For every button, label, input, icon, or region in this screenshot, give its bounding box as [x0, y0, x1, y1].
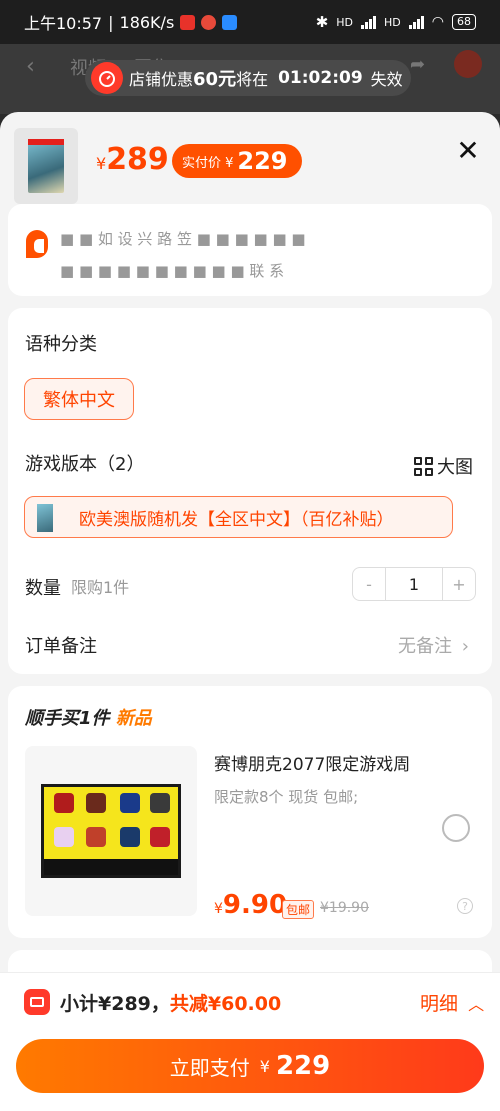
status-speed: 186K/s: [119, 12, 175, 32]
poster-footer: [44, 859, 178, 875]
pay-symbol: ¥: [259, 1056, 270, 1076]
address-card[interactable]: ■ ■ 如 设 兴 路 笠 ■ ■ ■ ■ ■ ■ ■ ■ ■ ■ ■ ■ ■ …: [8, 204, 492, 296]
paid-price-badge: 实付价 ¥229: [172, 144, 302, 178]
recommend-desc: 限定款8个 现货 包邮;: [214, 788, 359, 806]
language-label: 语种分类: [25, 334, 97, 355]
detail-label: 明细: [420, 993, 459, 1015]
notif-app-icon: [180, 14, 196, 30]
app-screen: 上午10:57 | 186K/s ✱ HD HD ◠ 68 ‹ 视频 图集 ➦ …: [0, 0, 500, 1111]
wifi-icon: ◠: [431, 14, 444, 30]
timer-icon: [91, 62, 123, 94]
discount-text: 共减¥60.00: [169, 993, 282, 1015]
recommend-name[interactable]: 赛博朋克2077限定游戏周: [214, 750, 410, 775]
share-icon[interactable]: ➦: [410, 54, 425, 75]
avatar[interactable]: [454, 50, 482, 78]
recommend-title-prefix: 顺手买1件: [25, 708, 110, 729]
game-cover-image: [28, 139, 64, 193]
select-radio[interactable]: [442, 814, 470, 842]
address-line-1: ■ ■ 如 设 兴 路 笠 ■ ■ ■ ■ ■ ■: [60, 230, 306, 248]
status-bar: 上午10:57 | 186K/s ✱ HD HD ◠ 68: [0, 0, 500, 44]
increase-button[interactable]: +: [443, 568, 475, 600]
promo-tail: 失效: [370, 70, 403, 89]
quantity-limit: 限购1件: [71, 578, 130, 597]
promo-text: 店铺优惠: [129, 70, 194, 89]
options-card: 语种分类 繁体中文 游戏版本（2） 大图 欧美澳版随机发【全区中文】（百亿补贴）…: [8, 308, 492, 674]
recommend-title: 顺手买1件 新品: [25, 704, 152, 730]
version-option-chip[interactable]: 欧美澳版随机发【全区中文】（百亿补贴）: [24, 496, 453, 538]
note-value-text: 无备注: [398, 636, 452, 657]
help-icon[interactable]: ?: [457, 898, 473, 914]
address-line-2: ■ ■ ■ ■ ■ ■ ■ ■ ■ ■ 联 系: [60, 262, 285, 280]
grid-icon: [414, 456, 433, 476]
order-sheet: ¥289 实付价 ¥229 ✕ ■ ■ 如 设 兴 路 笠 ■ ■ ■ ■ ■ …: [0, 112, 500, 1111]
promo-banner: 店铺优惠 60元 将在 01:02:09 失效: [85, 60, 411, 96]
checkout-footer: 小计¥289，共减¥60.00 明细 ︿ 立即支付 ¥229: [0, 972, 500, 1111]
promo-amount: 60元: [193, 69, 237, 90]
recommend-product-image[interactable]: [25, 746, 197, 916]
notif-app-icon: [222, 14, 238, 30]
quantity-input[interactable]: 1: [385, 568, 443, 600]
recommend-price: ¥9.90: [214, 890, 287, 920]
back-icon[interactable]: ‹: [26, 54, 35, 79]
pay-now-button[interactable]: 立即支付 ¥229: [16, 1039, 484, 1093]
version-label: 游戏版本（2）: [25, 454, 145, 475]
chevron-right-icon: ›: [461, 636, 469, 657]
recommend-card: 顺手买1件 新品 赛博朋克2077限定游戏周 限定款8个 现货 包邮; ¥9.9…: [8, 686, 492, 938]
coupon-icon: [24, 989, 50, 1015]
view-large-button[interactable]: 大图: [414, 453, 473, 479]
close-button[interactable]: ✕: [452, 134, 484, 167]
hd-label-2: HD: [384, 15, 401, 29]
decrease-button[interactable]: -: [353, 568, 385, 600]
chevron-up-icon: ︿: [468, 995, 485, 1014]
quantity-stepper: - 1 +: [352, 567, 476, 601]
recommend-price-value: 9.90: [222, 890, 288, 920]
product-thumbnail[interactable]: [14, 128, 78, 204]
signal-icon: [361, 15, 377, 29]
badge-poster-image: [41, 784, 181, 878]
price-symbol: ¥: [96, 154, 107, 173]
product-price: ¥289: [96, 142, 169, 177]
pay-amount: 229: [275, 1051, 331, 1081]
battery-icon: 68: [452, 14, 476, 30]
quantity-label: 数量: [25, 578, 61, 599]
status-left: 上午10:57 | 186K/s: [24, 10, 238, 34]
free-shipping-badge: 包邮: [282, 900, 315, 919]
subtotal-text: 小计¥289，: [60, 993, 170, 1015]
notif-app-icon: [201, 14, 217, 30]
detail-link[interactable]: 明细 ︿: [420, 989, 484, 1016]
location-pin-icon: [26, 230, 48, 258]
order-note-label: 订单备注: [25, 636, 97, 657]
order-note-value[interactable]: 无备注 ›: [398, 632, 469, 658]
signal-icon: [408, 15, 424, 29]
bluetooth-icon: ✱: [315, 13, 329, 31]
version-option-label: 欧美澳版随机发【全区中文】（百亿补贴）: [79, 509, 394, 530]
promo-mid: 将在: [236, 70, 269, 89]
status-right: ✱ HD HD ◠ 68: [316, 13, 476, 31]
paid-label: 实付价 ¥: [182, 155, 234, 171]
status-time: 上午10:57: [24, 14, 103, 33]
language-option-chip[interactable]: 繁体中文: [24, 378, 134, 420]
status-sep: |: [108, 12, 114, 32]
view-large-label: 大图: [437, 457, 473, 478]
recommend-price-symbol: ¥: [214, 901, 223, 917]
subtotal: 小计¥289，共减¥60.00: [60, 989, 281, 1016]
recommend-title-new: 新品: [115, 708, 152, 729]
original-price: ¥19.90: [320, 900, 369, 916]
promo-timer: 01:02:09: [278, 68, 363, 88]
version-thumb-image: [37, 504, 53, 532]
pay-label: 立即支付: [169, 1055, 250, 1080]
price-value: 289: [106, 142, 169, 177]
hd-label-1: HD: [336, 15, 354, 29]
paid-price: 229: [237, 147, 288, 175]
